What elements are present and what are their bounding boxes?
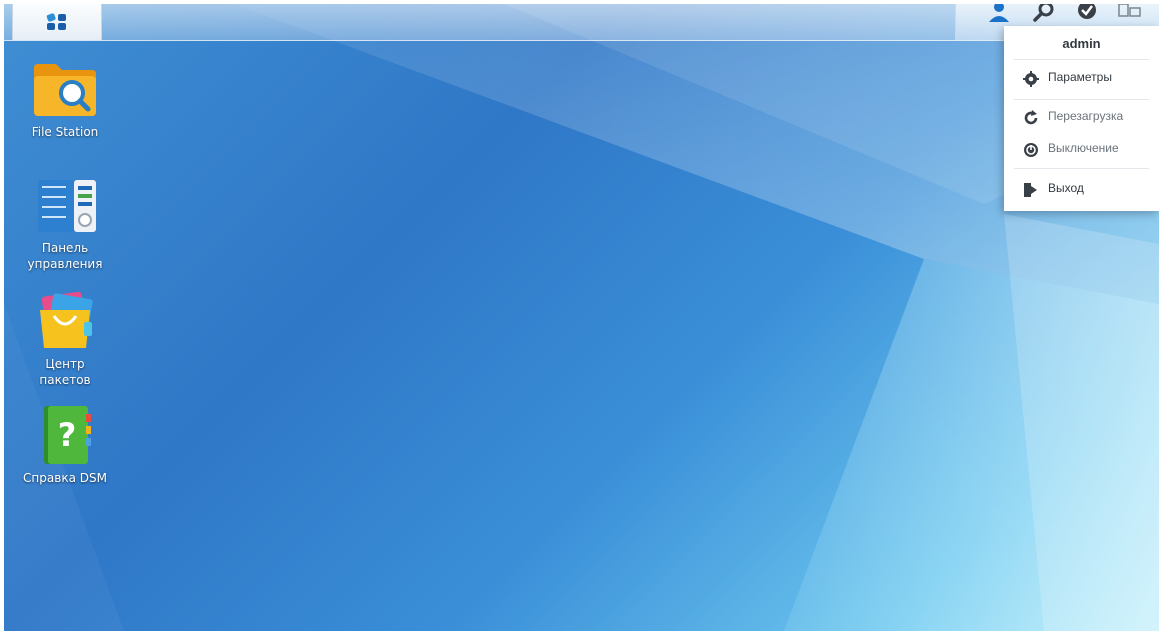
- user-menu: admin Параметры Перезагрузка Выключение …: [1004, 26, 1159, 211]
- dsm-help-icon: ?: [44, 406, 91, 464]
- menu-divider: [1014, 99, 1149, 100]
- desktop-icon-file-station[interactable]: File Station: [10, 60, 120, 140]
- widget-icon[interactable]: [1073, 4, 1101, 24]
- menu-item-label: Параметры: [1048, 70, 1112, 84]
- desktop-icon-package-center[interactable]: Центр пакетов: [10, 292, 120, 388]
- label-line: Центр: [45, 357, 85, 371]
- package-center-icon: [40, 292, 93, 348]
- file-station-icon: [34, 64, 96, 116]
- menu-divider: [1014, 168, 1149, 169]
- menu-item-label: Выход: [1048, 181, 1084, 195]
- menu-divider: [1014, 59, 1149, 60]
- desktop-icon-control-panel[interactable]: Панель управления: [10, 176, 120, 272]
- taskbar: [4, 4, 1159, 41]
- user-icon[interactable]: [985, 4, 1013, 24]
- menu-item-label: Перезагрузка: [1048, 109, 1124, 123]
- desktop-icon-dsm-help[interactable]: ? Справка DSM: [10, 404, 120, 486]
- windows-icon[interactable]: [1116, 4, 1144, 24]
- main-menu-button[interactable]: [12, 4, 102, 40]
- control-panel-icon: [38, 180, 96, 232]
- wallpaper: [4, 4, 1159, 631]
- grid-icon: [46, 13, 66, 30]
- menu-item-settings[interactable]: Параметры: [1004, 66, 1159, 90]
- menu-item-label: Выключение: [1048, 141, 1119, 155]
- logout-icon: [1024, 183, 1037, 197]
- label-line: Панель: [41, 241, 89, 255]
- desktop-icon-label: Справка DSM: [23, 471, 107, 485]
- desktop-icon-label: Панель управления: [10, 240, 120, 272]
- menu-item-logout[interactable]: Выход: [1004, 177, 1159, 201]
- desktop: File Station Панель управления Центр пак…: [4, 4, 1159, 631]
- restart-icon: [1024, 110, 1038, 125]
- menu-item-restart[interactable]: Перезагрузка: [1004, 105, 1159, 129]
- desktop-icon-label: File Station: [31, 125, 99, 139]
- power-icon: [1024, 143, 1038, 157]
- user-name: admin: [1062, 36, 1101, 51]
- label-line: пакетов: [39, 373, 91, 387]
- label-line: управления: [27, 257, 103, 271]
- gear-icon: [1023, 71, 1039, 87]
- menu-item-shutdown[interactable]: Выключение: [1004, 137, 1159, 161]
- search-icon[interactable]: [1030, 4, 1058, 24]
- svg-text:?: ?: [58, 416, 77, 454]
- desktop-icon-label: Центр пакетов: [10, 356, 120, 388]
